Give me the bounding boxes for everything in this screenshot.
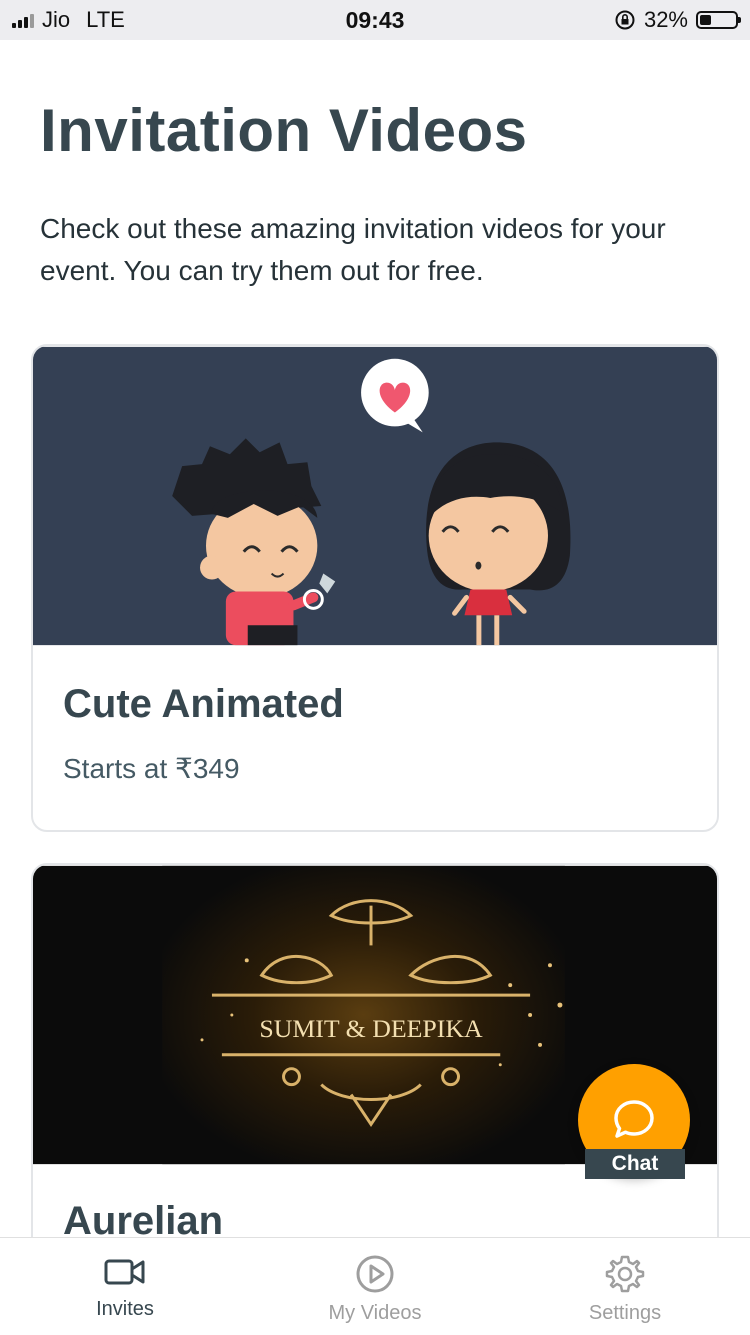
tab-settings[interactable]: Settings [500,1238,750,1335]
tab-my-videos[interactable]: My Videos [250,1238,500,1335]
battery-percent: 32% [643,7,688,32]
gear-icon [605,1255,645,1293]
chat-label[interactable]: Chat [585,1149,685,1179]
card-price: Starts at ₹349 [63,753,240,784]
signal-icon [12,12,34,28]
tab-label: Settings [588,1302,662,1324]
tab-invites[interactable]: Invites [0,1238,250,1335]
video-camera-icon [104,1259,145,1285]
battery-icon [696,11,741,29]
chat-bubble-icon [614,1100,654,1138]
status-time: 09:43 [345,6,405,33]
rotation-lock-icon [615,10,635,30]
video-card[interactable]: Cute Animated Starts at ₹349 [31,344,719,832]
status-right: 32% [478,7,741,33]
carrier-name: Jio [42,7,71,32]
page-title: Invitation Videos [40,97,528,164]
bottom-tab-bar: Invites My Videos Settings [0,1237,750,1335]
couple-proposal-illustration [33,346,717,646]
play-circle-icon [356,1255,394,1293]
status-bar: Jio LTE 09:43 32% [0,0,750,40]
network-type: LTE [86,7,125,32]
tab-label: My Videos [328,1302,422,1324]
tab-label: Invites [96,1298,154,1320]
page-subtitle: Check out these amazing invitation video… [40,213,666,286]
status-left: Jio LTE [12,7,272,33]
card-title: Cute Animated [63,682,344,726]
thumbnail-caption: SUMIT & DEEPIKA [259,1014,483,1043]
